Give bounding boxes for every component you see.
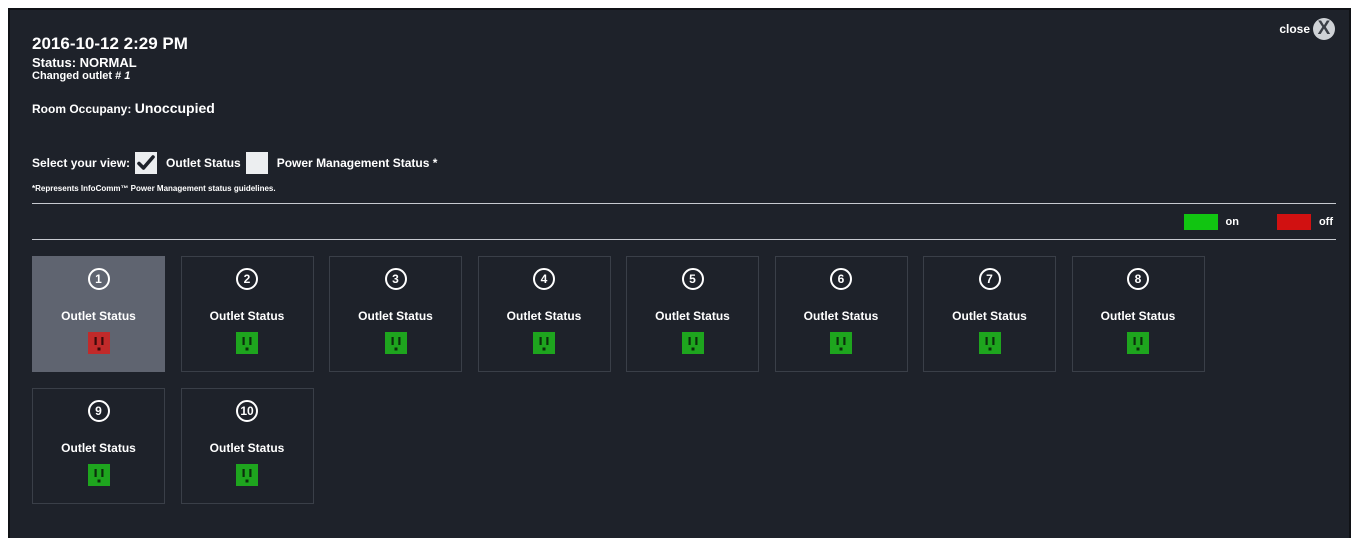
outlet-status-label: Outlet Status — [803, 309, 879, 323]
outlet-tile[interactable]: 6 Outlet Status — [774, 256, 908, 372]
outlet-status-label: Outlet Status — [506, 309, 582, 323]
outlet-number: 8 — [1127, 268, 1149, 290]
outlet-tile[interactable]: 1 Outlet Status — [32, 256, 165, 372]
outlet-status-checkbox[interactable] — [135, 152, 158, 174]
outlet-status-label: Outlet Status — [61, 441, 136, 455]
occupancy-value: Unoccupied — [134, 100, 215, 116]
divider — [32, 239, 1336, 240]
checkmark-icon — [137, 155, 155, 170]
outlet-number: 10 — [236, 400, 258, 422]
outlet-plug-icon — [533, 332, 555, 354]
outlet-tile[interactable]: 8 Outlet Status — [1071, 256, 1205, 372]
outlet-number: 7 — [978, 268, 1001, 290]
close-label: close — [1279, 22, 1310, 36]
outlet-tile[interactable]: 2 Outlet Status — [180, 256, 314, 372]
status-text: Status: NORMAL — [32, 55, 137, 70]
changed-outlet-prefix: Changed outlet # — [32, 70, 122, 82]
legend-off-label: off — [1318, 216, 1333, 228]
outlet-status-label: Outlet Status — [358, 309, 433, 323]
view-label: Select your view: — [32, 156, 131, 170]
outlet-status-label: Outlet Status — [61, 309, 136, 323]
outlet-tile[interactable]: 3 Outlet Status — [329, 256, 462, 372]
outlet-plug-icon — [87, 464, 110, 486]
outlet-plug-icon — [830, 332, 852, 354]
outlet-number: 6 — [830, 268, 852, 290]
legend-off-swatch — [1276, 214, 1311, 230]
outlet-status-label: Outlet Status — [655, 309, 730, 323]
outlet-status-label: Outlet Status — [209, 309, 285, 323]
outlet-number: 1 — [87, 268, 110, 290]
outlet-status-label: Outlet Status — [952, 309, 1027, 323]
power-management-checkbox[interactable] — [245, 152, 268, 174]
outlet-number: 5 — [681, 268, 704, 290]
outlet-number: 3 — [384, 268, 407, 290]
outlet-number: 2 — [236, 268, 258, 290]
outlet-tile[interactable]: 7 Outlet Status — [923, 256, 1056, 372]
outlet-status-dialog: close X 2016-10-12 2:29 PM Status: NORMA… — [8, 8, 1351, 538]
infocomm-note: *Represents InfoComm™ Power Management s… — [32, 184, 276, 193]
legend-on-swatch — [1183, 214, 1218, 230]
close-icon[interactable]: X — [1313, 18, 1335, 40]
outlet-plug-icon — [1127, 332, 1149, 354]
outlet-plug-icon — [87, 332, 110, 354]
changed-outlet-number: 1 — [124, 70, 131, 82]
outlet-plug-icon — [681, 332, 704, 354]
outlet-status-label: Outlet Status — [1100, 309, 1176, 323]
outlet-tile[interactable]: 4 Outlet Status — [477, 256, 611, 372]
occupancy-label: Room Occupany: — [32, 102, 132, 116]
outlet-tile[interactable]: 9 Outlet Status — [32, 388, 165, 504]
changed-outlet-text: Changed outlet # 1 — [32, 70, 130, 82]
divider — [32, 203, 1336, 204]
outlet-tile[interactable]: 10 Outlet Status — [180, 388, 314, 504]
outlet-plug-icon — [978, 332, 1001, 354]
room-occupancy: Room Occupany: Unoccupied — [32, 100, 215, 116]
legend-on-label: on — [1225, 216, 1239, 228]
view-selector: Select your view: Outlet Status Power Ma… — [32, 152, 437, 174]
outlet-number: 9 — [87, 400, 110, 422]
outlet-status-label: Outlet Status — [209, 441, 285, 455]
power-management-option-label: Power Management Status * — [276, 156, 438, 170]
outlet-tile[interactable]: 5 Outlet Status — [626, 256, 759, 372]
outlet-plug-icon — [236, 464, 258, 486]
legend: on off — [1183, 214, 1333, 230]
outlet-plug-icon — [384, 332, 407, 354]
close-button[interactable]: close X — [1279, 18, 1335, 40]
outlet-plug-icon — [236, 332, 258, 354]
datetime: 2016-10-12 2:29 PM — [32, 34, 188, 53]
outlet-number: 4 — [533, 268, 555, 290]
outlet-status-option-label: Outlet Status — [166, 156, 241, 170]
